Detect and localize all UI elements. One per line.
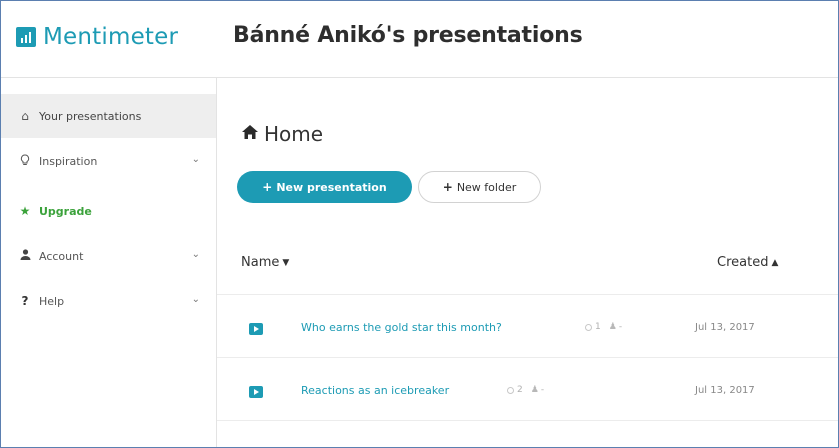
- chevron-down-icon: ⌄: [191, 294, 200, 305]
- column-header-created[interactable]: Created ▲: [717, 255, 778, 270]
- home-icon: ⌂: [21, 109, 29, 123]
- page-title: Bánné Anikó's presentations: [233, 23, 583, 48]
- sidebar: ⌂ Your presentations Inspiration ⌄ ★ Upg…: [1, 78, 217, 447]
- star-icon: ★: [19, 204, 31, 218]
- question-icon: ?: [21, 294, 29, 308]
- user-icon: [17, 249, 33, 263]
- lightbulb-icon: [17, 153, 33, 169]
- presentation-icon: [249, 323, 263, 335]
- new-presentation-button[interactable]: + New presentation: [237, 171, 412, 203]
- plus-icon: +: [442, 180, 453, 194]
- sort-icon: ▲: [771, 257, 779, 268]
- response-count: 2: [517, 385, 523, 395]
- divider: [217, 357, 838, 358]
- owner-value: -: [540, 385, 545, 395]
- created-date: Jul 13, 2017: [695, 385, 755, 396]
- user-icon: ♟: [608, 322, 617, 332]
- owner-value: -: [618, 322, 623, 332]
- responses-icon: [507, 386, 514, 394]
- sidebar-item-label: Account: [39, 249, 84, 263]
- column-header-name[interactable]: Name ▼: [241, 255, 289, 270]
- divider: [217, 420, 838, 421]
- new-presentation-label: New presentation: [276, 180, 387, 194]
- new-folder-button[interactable]: + New folder: [418, 171, 541, 203]
- sidebar-item-label: Help: [39, 294, 65, 308]
- chevron-down-icon: ⌄: [191, 249, 200, 260]
- breadcrumb: Home: [241, 122, 323, 146]
- home-icon: [241, 124, 259, 145]
- chevron-down-icon: ⌄: [191, 154, 200, 165]
- created-date: Jul 13, 2017: [695, 322, 755, 333]
- top-header: Mentimeter Bánné Anikó's presentations: [1, 1, 838, 78]
- sidebar-item-label: Upgrade: [39, 204, 92, 218]
- sidebar-item-label: Your presentations: [39, 109, 142, 123]
- row-meta: 1 ♟ -: [585, 322, 622, 332]
- sidebar-item-your-presentations[interactable]: ⌂ Your presentations: [1, 94, 216, 138]
- presentation-title-link[interactable]: Reactions as an icebreaker: [301, 384, 449, 397]
- app-window: Mentimeter Bánné Anikó's presentations ⌂…: [0, 0, 839, 448]
- breadcrumb-label: Home: [264, 122, 324, 146]
- logo-text: Mentimeter: [43, 24, 179, 50]
- presentation-icon: [249, 386, 263, 398]
- presentation-title-link[interactable]: Who earns the gold star this month?: [301, 321, 502, 334]
- mentimeter-logo-icon: [16, 27, 36, 47]
- sidebar-item-help[interactable]: ? Help ⌄: [1, 279, 216, 323]
- table-row[interactable]: Who earns the gold star this month? 1 ♟ …: [217, 303, 838, 357]
- responses-icon: [585, 323, 592, 331]
- sidebar-item-inspiration[interactable]: Inspiration ⌄: [1, 139, 216, 183]
- row-meta: 2 ♟ -: [507, 385, 544, 395]
- column-header-label: Name: [241, 255, 280, 270]
- user-icon: ♟: [530, 385, 539, 395]
- logo[interactable]: Mentimeter: [16, 24, 178, 50]
- column-header-label: Created: [717, 255, 769, 270]
- response-count: 1: [595, 322, 601, 332]
- sort-down-icon: ▼: [282, 257, 290, 268]
- new-folder-label: New folder: [456, 180, 517, 194]
- divider: [217, 294, 838, 295]
- plus-icon: +: [262, 180, 273, 194]
- sidebar-item-account[interactable]: Account ⌄: [1, 234, 216, 278]
- table-row[interactable]: Reactions as an icebreaker 2 ♟ - Jul 13,…: [217, 366, 838, 420]
- sidebar-item-label: Inspiration: [39, 154, 98, 168]
- sidebar-item-upgrade[interactable]: ★ Upgrade: [1, 189, 216, 233]
